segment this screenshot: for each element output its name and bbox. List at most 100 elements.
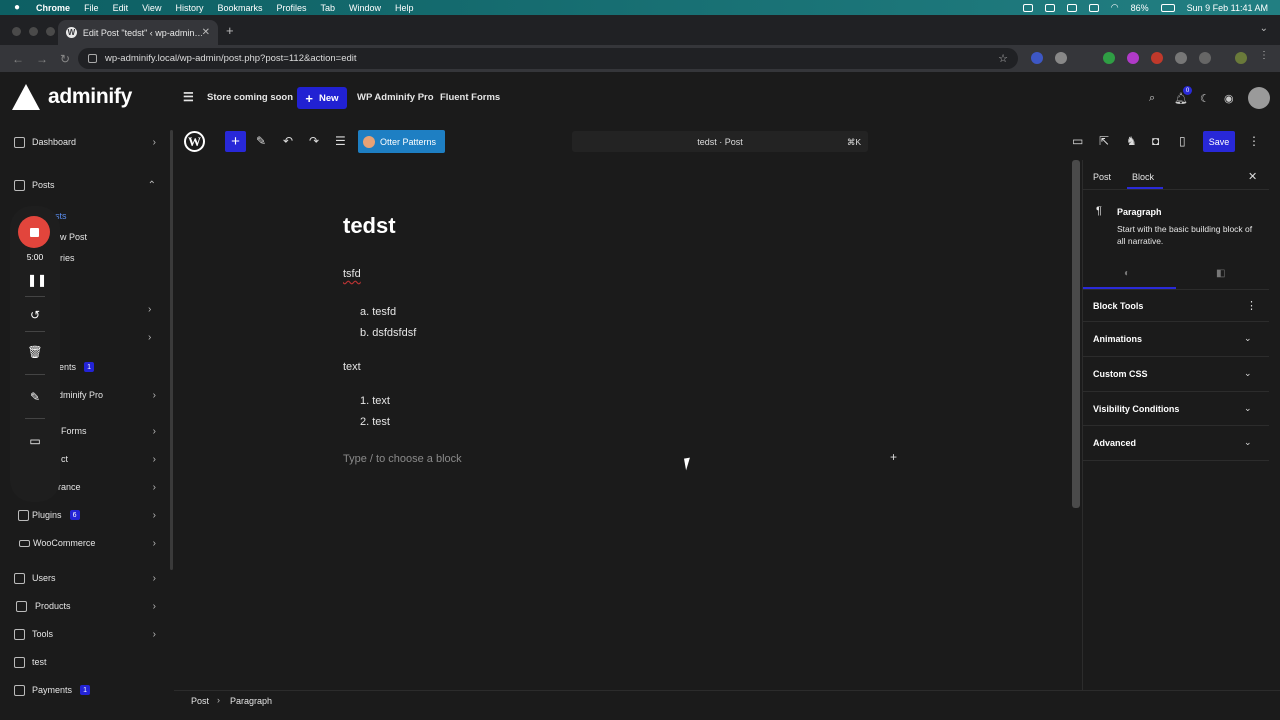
panel-visibility-conditions[interactable]: Visibility Conditions — [1093, 404, 1179, 414]
close-window-button[interactable] — [12, 27, 21, 36]
sidebar-item-tools[interactable]: Tools › — [0, 624, 166, 644]
avatar[interactable] — [1248, 87, 1270, 109]
panel-animations[interactable]: Animations — [1093, 334, 1142, 344]
wifi-icon[interactable]: ◠ — [1111, 2, 1119, 13]
url-text[interactable]: wp-adminify.local/wp-admin/post.php?post… — [105, 53, 357, 64]
sidebar-item-dashboard[interactable]: Dashboard › — [0, 132, 166, 152]
document-overview-icon[interactable]: ☰ — [335, 134, 346, 148]
draw-icon[interactable]: ✎ — [27, 390, 43, 404]
extension-icon[interactable] — [1151, 52, 1163, 64]
pause-icon[interactable]: ❚❚ — [27, 273, 47, 287]
status-icon[interactable] — [1044, 3, 1055, 12]
menu-bookmarks[interactable]: Bookmarks — [217, 3, 262, 13]
reload-icon[interactable]: ↻ — [60, 52, 70, 66]
sidebar-item-products[interactable]: Products › — [0, 596, 166, 616]
empty-block-placeholder[interactable]: Type / to choose a block — [343, 453, 462, 465]
status-icon[interactable] — [1066, 3, 1077, 12]
tab-block[interactable]: Block — [1132, 172, 1154, 182]
settings-tab-icon[interactable]: ◐ — [1124, 268, 1130, 279]
extensions-puzzle-icon[interactable] — [1199, 52, 1211, 64]
chrome-menu-icon[interactable]: ⋮ — [1259, 50, 1271, 62]
editor-canvas[interactable] — [174, 160, 1071, 690]
site-info-icon[interactable] — [88, 54, 97, 63]
adminify-logo[interactable]: adminify — [12, 84, 132, 110]
close-icon[interactable]: ✕ — [1248, 170, 1257, 183]
apple-icon[interactable]: ● — [14, 2, 20, 13]
collapse-menu-icon[interactable]: ☰ — [183, 90, 194, 104]
sidebar-item-users[interactable]: Users › — [0, 568, 166, 588]
extension-icon[interactable] — [1175, 52, 1187, 64]
tab-search-icon[interactable]: ⌄ — [1260, 23, 1268, 34]
add-block-plus-icon[interactable]: + — [890, 450, 897, 464]
status-icon[interactable] — [1022, 3, 1033, 12]
sidebar-scrollbar[interactable] — [170, 130, 173, 570]
otter-ai-icon[interactable]: ♞ — [1126, 134, 1137, 148]
address-bar[interactable]: wp-adminify.local/wp-admin/post.php?post… — [78, 48, 1018, 69]
chevron-down-icon[interactable]: ⌄ — [1244, 368, 1252, 379]
device-preview-icon[interactable]: ▭ — [1072, 134, 1083, 148]
trash-icon[interactable]: 🗑︎ — [27, 345, 43, 359]
panel-custom-css[interactable]: Custom CSS — [1093, 369, 1148, 379]
wp-adminify-pro-link[interactable]: WP Adminify Pro — [357, 92, 434, 103]
wordpress-logo-icon[interactable]: W — [184, 131, 205, 152]
camera-icon[interactable]: ▭ — [27, 434, 43, 448]
breadcrumb-post[interactable]: Post — [191, 696, 209, 706]
chevron-down-icon[interactable]: ⌄ — [1244, 403, 1252, 414]
maximize-window-button[interactable] — [46, 27, 55, 36]
options-menu-icon[interactable]: ⋮ — [1248, 134, 1260, 148]
extension-icon[interactable] — [1103, 52, 1115, 64]
sidebar-item-posts[interactable]: Posts ⌃ — [0, 175, 166, 195]
extension-icon[interactable] — [1031, 52, 1043, 64]
block-inserter-button[interactable]: + — [225, 131, 246, 152]
paragraph-block[interactable]: text — [343, 361, 361, 373]
new-button[interactable]: + New — [297, 87, 347, 109]
status-icon[interactable] — [1088, 3, 1099, 12]
panel-advanced[interactable]: Advanced — [1093, 438, 1136, 448]
menu-view[interactable]: View — [142, 3, 161, 13]
sidebar-item-woocommerce[interactable]: WooCommerce › — [0, 533, 166, 553]
tools-pencil-icon[interactable]: ✎ — [256, 134, 266, 148]
sidebar-item-test[interactable]: test — [0, 652, 166, 672]
close-tab-icon[interactable]: ✕ — [202, 27, 210, 38]
back-icon[interactable]: ← — [12, 52, 24, 66]
menu-window[interactable]: Window — [349, 3, 381, 13]
paragraph-block[interactable]: tsfd — [343, 268, 361, 280]
menu-help[interactable]: Help — [395, 3, 414, 13]
redo-icon[interactable]: ↷ — [309, 134, 319, 148]
sidebar-item-plugins[interactable]: Plugins 6 › — [0, 505, 166, 525]
extension-icon[interactable] — [1055, 52, 1067, 64]
sidebar-item-payments[interactable]: Payments 1 — [0, 680, 166, 700]
chevron-down-icon[interactable]: ⌄ — [1244, 437, 1252, 448]
store-coming-soon-link[interactable]: Store coming soon — [207, 92, 293, 103]
post-title[interactable]: tedst — [343, 213, 396, 239]
menu-file[interactable]: File — [84, 3, 99, 13]
panel-block-tools[interactable]: Block Tools — [1093, 301, 1143, 311]
breadcrumb-paragraph[interactable]: Paragraph — [230, 696, 272, 706]
list-item[interactable]: 1. text — [360, 395, 390, 407]
battery-icon[interactable] — [1160, 3, 1175, 12]
media-icon[interactable]: ◘ — [1152, 134, 1159, 148]
menu-edit[interactable]: Edit — [113, 3, 129, 13]
menu-tab[interactable]: Tab — [321, 3, 336, 13]
list-item[interactable]: a. tesfd — [360, 306, 396, 318]
kebab-menu-icon[interactable]: ⋮ — [1246, 299, 1257, 312]
chevron-down-icon[interactable]: ⌄ — [1244, 333, 1252, 344]
forward-icon[interactable]: → — [36, 52, 48, 66]
profile-icon[interactable] — [1235, 52, 1247, 64]
search-icon[interactable]: ⌕ — [1149, 92, 1155, 105]
restart-icon[interactable]: ↺ — [27, 308, 43, 322]
tab-post[interactable]: Post — [1093, 172, 1111, 182]
canvas-scrollbar[interactable] — [1072, 160, 1080, 508]
battery-percent[interactable]: 86% — [1131, 3, 1149, 13]
new-tab-icon[interactable]: + — [226, 23, 234, 38]
save-button[interactable]: Save — [1203, 131, 1235, 152]
command-palette-bar[interactable]: tedst · Post ⌘K — [572, 131, 868, 152]
menu-profiles[interactable]: Profiles — [276, 3, 306, 13]
preview-eye-icon[interactable]: ◉ — [1224, 92, 1234, 105]
browser-tab[interactable]: W Edit Post "tedst" ‹ wp-admin… ✕ — [58, 20, 218, 45]
menu-app-name[interactable]: Chrome — [36, 3, 70, 13]
otter-patterns-button[interactable]: Otter Patterns — [358, 130, 445, 153]
menubar-datetime[interactable]: Sun 9 Feb 11:41 AM — [1187, 3, 1268, 13]
list-item[interactable]: b. dsfdsfdsf — [360, 327, 416, 339]
undo-icon[interactable]: ↶ — [283, 134, 293, 148]
